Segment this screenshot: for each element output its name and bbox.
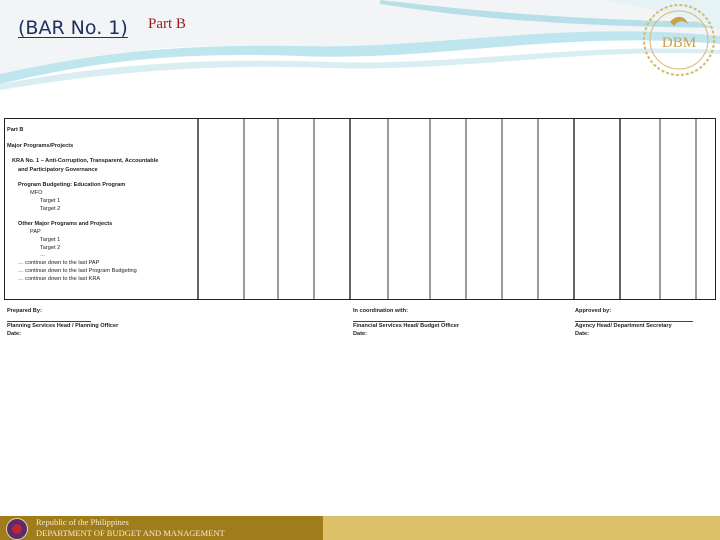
coordination-date: Date: — [353, 331, 367, 337]
footer-department: DEPARTMENT OF BUDGET AND MANAGEMENT — [36, 528, 225, 538]
coordination-role: Financial Services Head/ Budget Officer — [353, 323, 460, 329]
coordination-label: In coordination with: — [353, 308, 408, 314]
form-continue-program: … continue down to the last Program Budg… — [18, 268, 137, 274]
form-kra-line1: KRA No. 1 – Anti-Corruption, Transparent… — [12, 158, 159, 164]
approved-by-role: Agency Head/ Department Secretary — [575, 323, 672, 329]
approved-by-date: Date: — [575, 331, 589, 337]
page-subtitle: Part B — [148, 16, 186, 32]
page-title: (BAR No. 1) — [18, 17, 128, 39]
approved-by-label: Approved by: — [575, 308, 612, 314]
form-mfo: MFO — [30, 190, 43, 196]
footer-republic: Republic of the Philippines — [36, 517, 129, 527]
form-target2: Target 2 — [40, 206, 61, 212]
prepared-by-date: Date: — [7, 331, 21, 337]
form-continue-kra: … continue down to the last KRA — [18, 276, 101, 282]
footer-left-band: Republic of the Philippines DEPARTMENT O… — [0, 516, 323, 540]
form-pap-target2: Target 2 — [40, 245, 61, 251]
form-section-title: Major Programs/Projects — [7, 143, 74, 149]
prepared-by-line — [7, 321, 91, 322]
philippine-seal-icon — [6, 518, 28, 540]
coordination-line — [353, 321, 445, 322]
form-target1: Target 1 — [40, 198, 61, 204]
form-kra-line2: and Participatory Governance — [18, 167, 98, 173]
form-other-major: Other Major Programs and Projects — [18, 221, 113, 227]
dbm-logo: DBM — [640, 0, 718, 84]
form-continue-pap: … continue down to the last PAP — [18, 260, 100, 266]
form-part-label: Part B — [7, 127, 24, 133]
bar-form-table: Part B Major Programs/Projects KRA No. 1… — [4, 118, 716, 340]
form-pap-target1: Target 1 — [40, 237, 61, 243]
prepared-by-label: Prepared By: — [7, 308, 42, 314]
form-program-budgeting: Program Budgeting: Education Program — [18, 182, 126, 188]
footer-right-band — [323, 516, 720, 540]
prepared-by-role: Planning Services Head / Planning Office… — [7, 323, 119, 329]
approved-by-line — [575, 321, 693, 322]
form-ellipsis: … — [40, 252, 46, 258]
logo-text: DBM — [661, 35, 697, 51]
form-pap: PAP — [30, 229, 41, 235]
footer: Republic of the Philippines DEPARTMENT O… — [0, 516, 720, 540]
